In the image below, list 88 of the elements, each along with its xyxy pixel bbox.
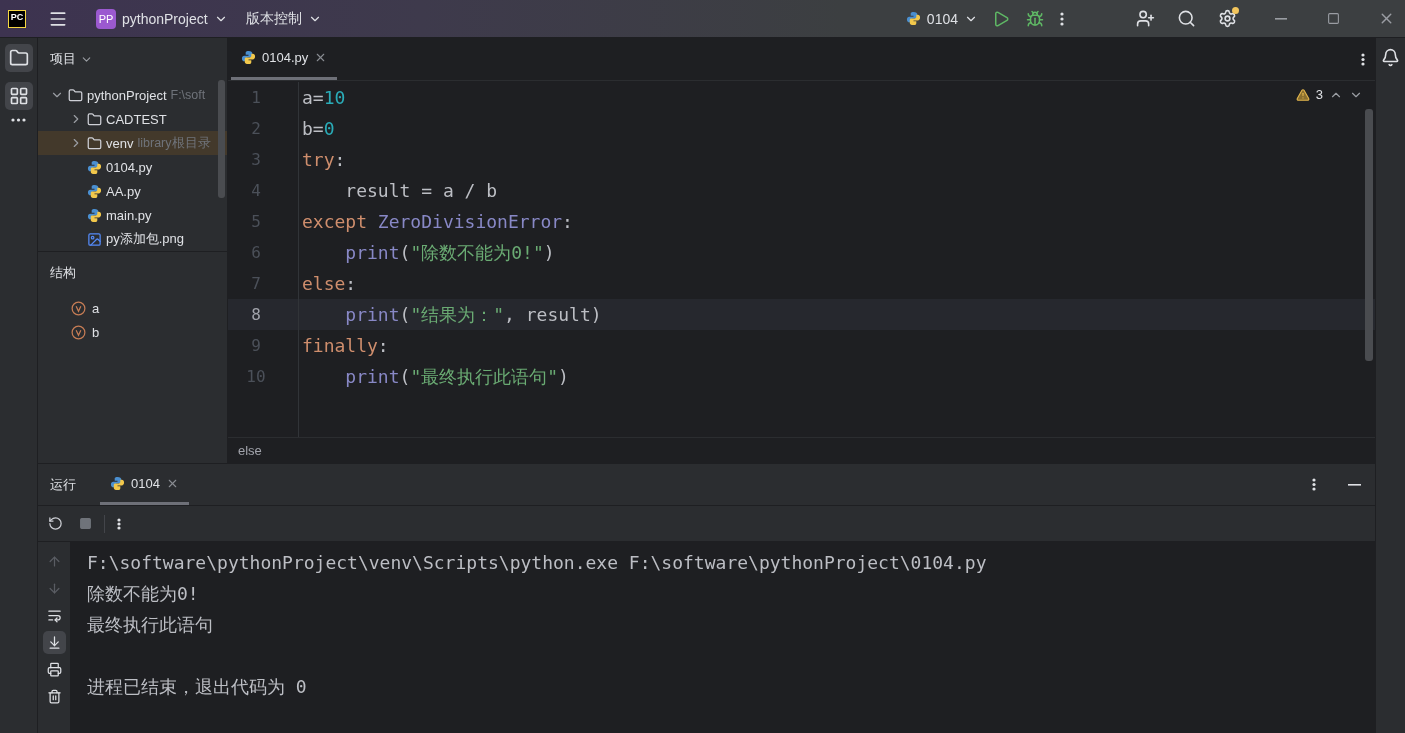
code-line: a=10	[302, 87, 346, 108]
project-tool-button[interactable]	[4, 44, 33, 72]
code-line: else:	[302, 273, 357, 294]
tree-item-label: main.py	[106, 207, 152, 223]
bell-icon	[1381, 48, 1400, 67]
project-selector[interactable]: PP pythonProject	[90, 4, 234, 33]
scrollbar[interactable]	[1365, 109, 1373, 361]
vcs-menu[interactable]: 版本控制	[239, 5, 328, 32]
tree-item-label: py添加包.png	[106, 230, 185, 248]
console-output-line: 除数不能为0!	[87, 581, 199, 606]
project-badge: PP	[96, 8, 116, 29]
printer-icon	[46, 662, 62, 677]
python-icon	[87, 159, 102, 175]
grid-icon	[8, 86, 29, 106]
search-icon	[1177, 9, 1196, 28]
folder-icon	[87, 111, 102, 127]
tree-item[interactable]: main.py	[38, 203, 227, 227]
tree-item-hint: F:\soft	[170, 88, 206, 102]
code-line: finally:	[302, 335, 389, 356]
python-icon	[87, 207, 102, 223]
tree-item[interactable]: AA.py	[38, 179, 227, 203]
console-output-line: 最终执行此语句	[87, 612, 213, 637]
line-number: 8	[228, 299, 298, 330]
code-line: b=0	[302, 118, 335, 139]
tree-item[interactable]: CADTEST	[38, 107, 227, 131]
tree-item-label: 0104.py	[106, 159, 153, 175]
python-icon	[110, 475, 125, 491]
run-tab[interactable]: 0104	[100, 464, 189, 505]
structure-tool-button[interactable]	[4, 82, 33, 110]
tree-item[interactable]: 0104.py	[38, 155, 227, 179]
editor-tab[interactable]: 0104.py	[231, 38, 338, 80]
panel-title[interactable]: 项目	[50, 50, 76, 68]
folder-icon	[8, 48, 29, 68]
scroll-to-end-button[interactable]	[42, 631, 66, 654]
tree-item[interactable]: pythonProject F:\soft	[38, 83, 227, 107]
more-icon	[1060, 11, 1064, 26]
code-line: result = a / b	[345, 180, 498, 201]
tree-item-label: CADTEST	[106, 111, 167, 127]
more-icon	[117, 517, 121, 530]
variable-icon	[71, 300, 86, 316]
folder-icon	[68, 87, 83, 103]
structure-item-label: a	[92, 300, 100, 316]
python-icon	[241, 50, 256, 65]
scrollbar[interactable]	[218, 80, 225, 198]
tree-item[interactable]: py添加包.png	[38, 227, 227, 251]
trash-icon	[46, 689, 62, 704]
arrow-down-icon	[46, 581, 62, 596]
structure-item[interactable]: b	[38, 320, 227, 344]
minimize-icon	[1348, 483, 1361, 486]
code-line: print("结果为：", result)	[345, 302, 602, 327]
tree-item-hint: library根目录	[137, 134, 211, 152]
rerun-icon	[48, 516, 63, 531]
console-output-line: F:\software\pythonProject\venv\Scripts\python.exe F:\software\pythonProject\0104.py	[87, 552, 987, 573]
panel-title: 运行	[50, 475, 76, 494]
image-file-icon	[87, 231, 102, 247]
warning-count[interactable]: 3	[1315, 87, 1323, 102]
code-line: except ZeroDivisionError:	[302, 211, 573, 232]
code-line: print("最终执行此语句")	[345, 364, 569, 389]
structure-item[interactable]: a	[38, 296, 227, 320]
more-icon	[11, 118, 26, 122]
console-output-line: 进程已结束，退出代码为 0	[87, 674, 307, 699]
folder-icon	[87, 135, 102, 151]
more-icon	[1361, 52, 1365, 66]
bug-icon	[1026, 9, 1044, 28]
code-line: print("除数不能为0!")	[345, 240, 555, 265]
user-plus-icon	[1136, 9, 1155, 28]
wrap-icon	[46, 608, 62, 623]
tree-item-label: venv	[106, 135, 134, 151]
run-config-selector[interactable]: 0104	[899, 6, 984, 31]
breadcrumb[interactable]: else	[238, 443, 262, 458]
app-logo: PC	[8, 9, 26, 28]
python-icon	[87, 183, 102, 199]
maximize-icon	[1327, 12, 1340, 25]
tree-item[interactable]: venv library根目录	[38, 131, 227, 155]
notification-dot	[1232, 7, 1239, 14]
play-icon	[992, 9, 1010, 28]
minimize-icon	[1275, 17, 1287, 20]
python-icon	[905, 11, 921, 26]
variable-icon	[71, 324, 86, 340]
tree-item-label: AA.py	[106, 183, 141, 199]
more-icon	[1312, 478, 1316, 491]
tree-item-label: pythonProject	[87, 87, 167, 103]
code-line: try:	[302, 149, 346, 170]
structure-item-label: b	[92, 324, 100, 340]
warning-icon[interactable]	[1295, 87, 1310, 102]
settings-icon	[1218, 9, 1237, 28]
stop-icon	[79, 517, 92, 530]
panel-title: 结构	[50, 264, 76, 282]
